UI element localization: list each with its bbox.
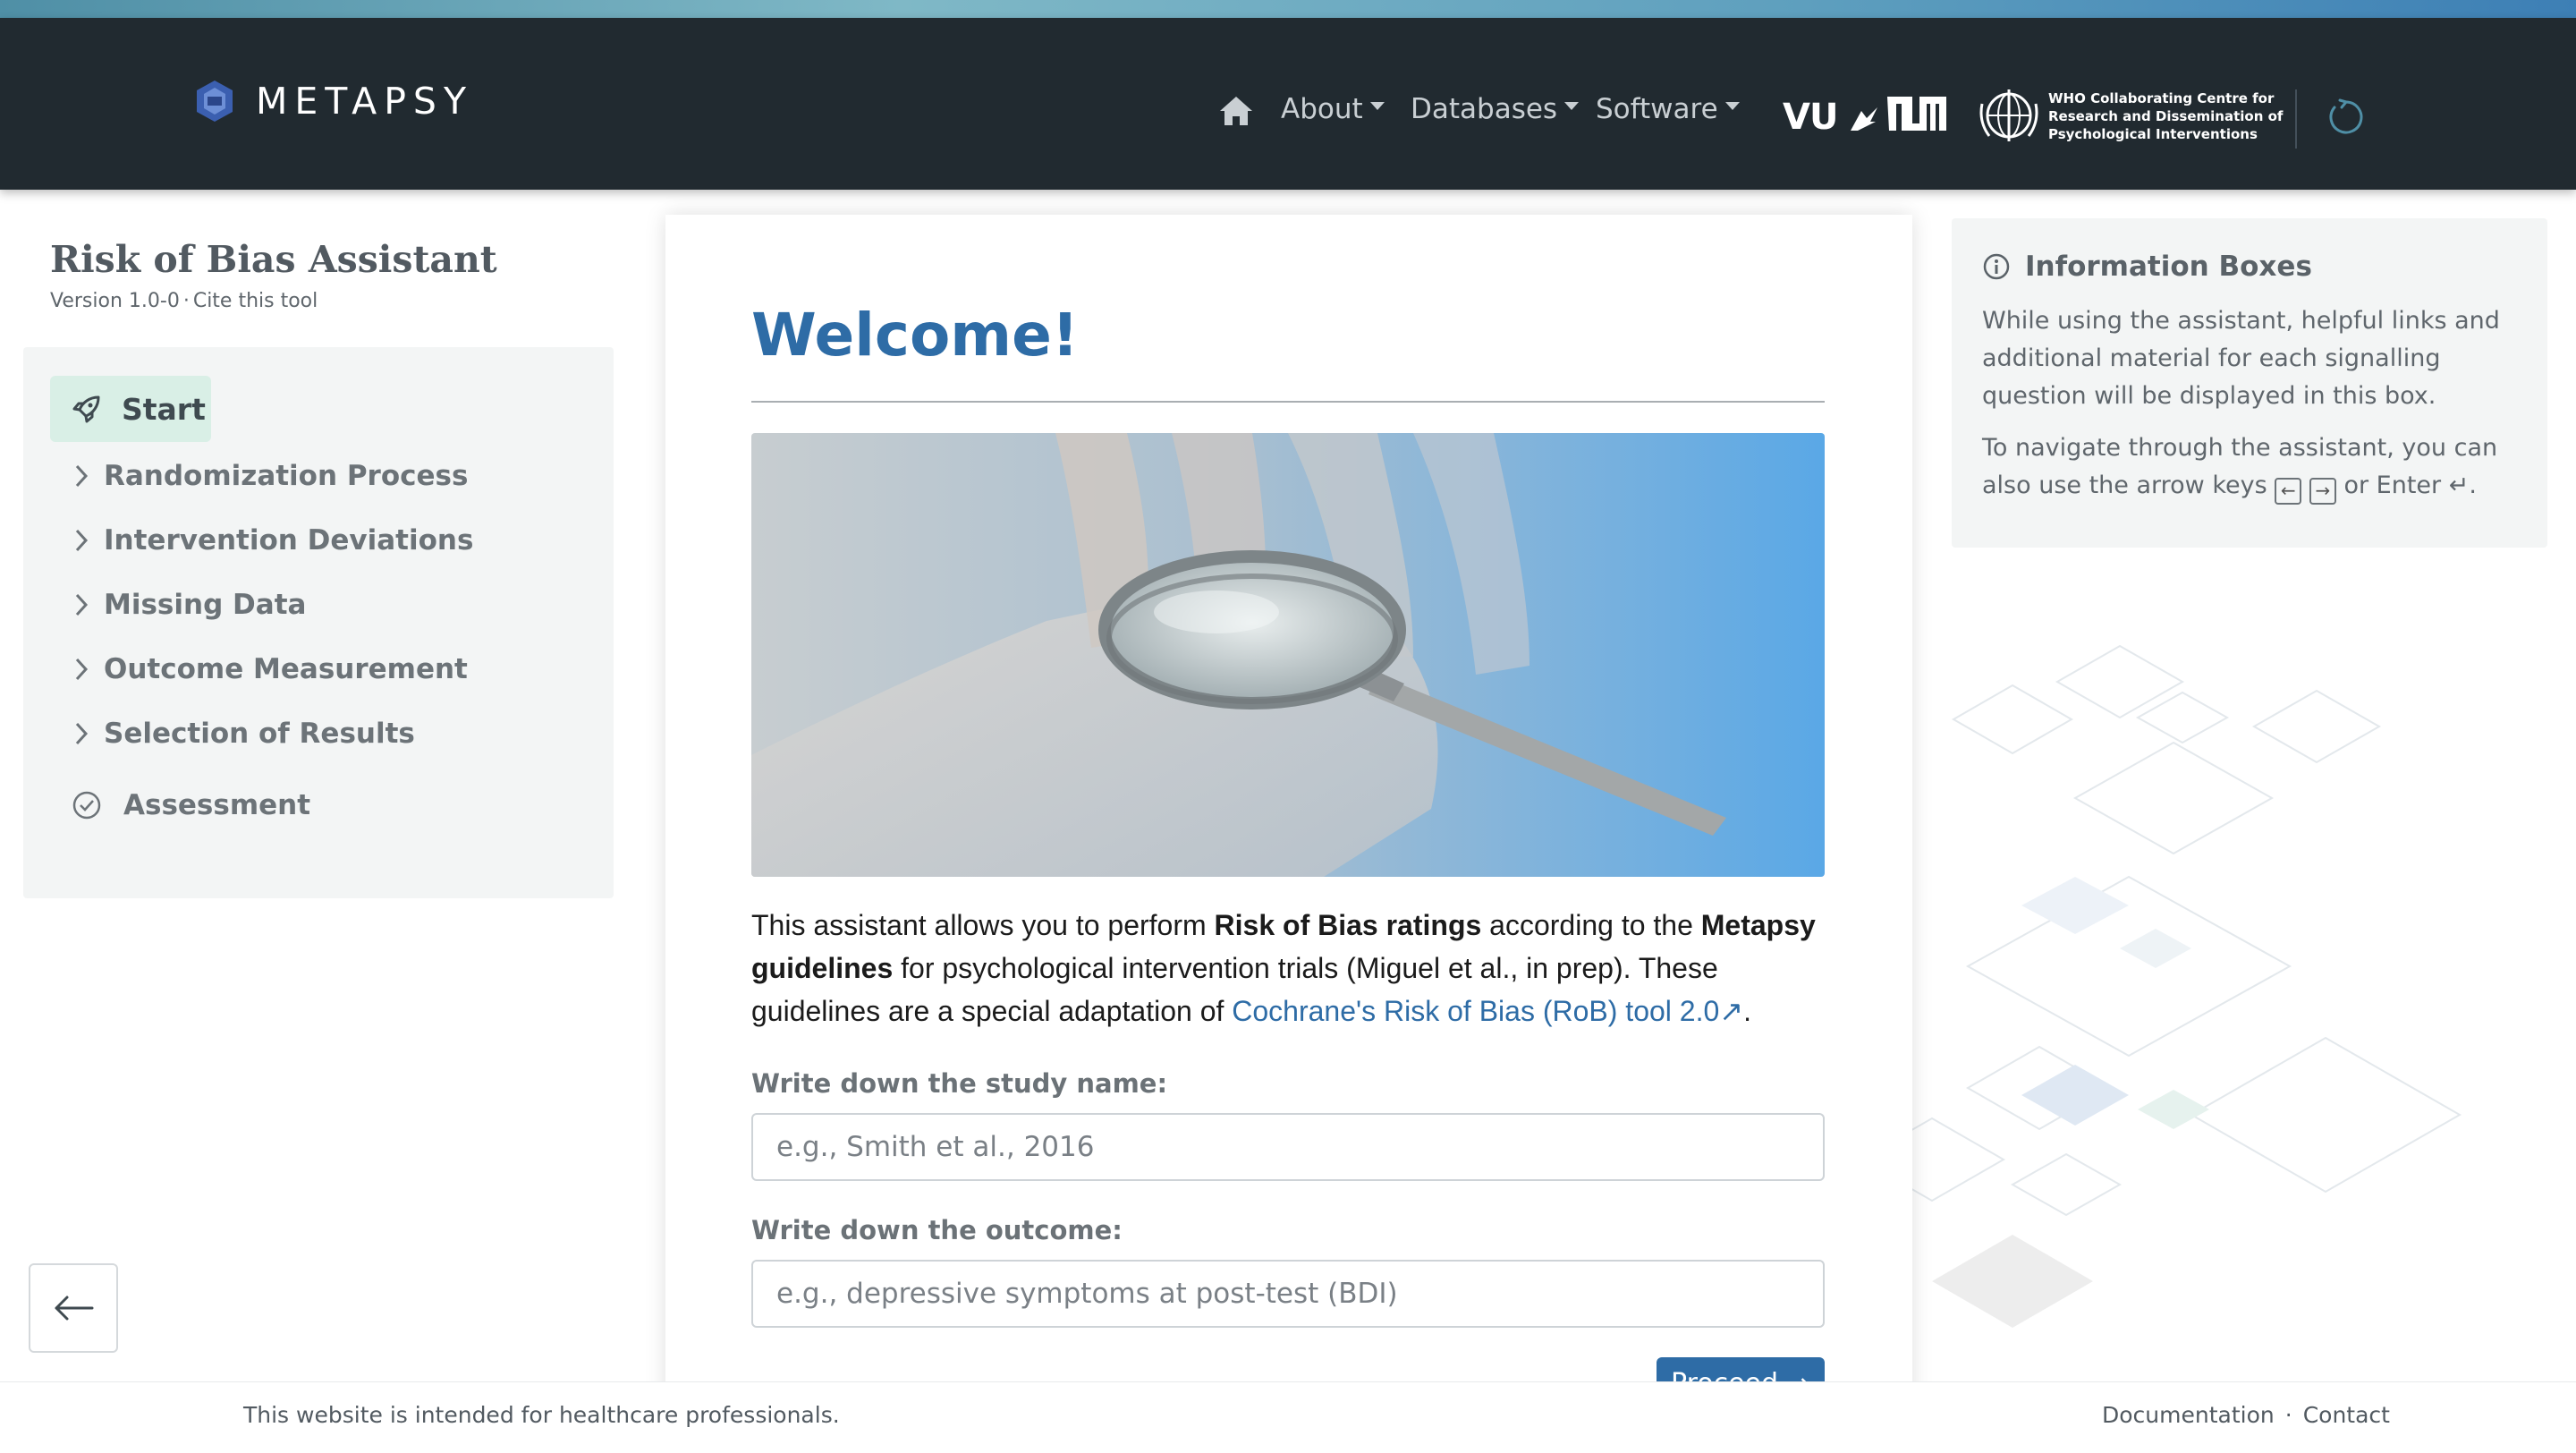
check-circle-icon	[72, 791, 101, 820]
who-centre-text: WHO Collaborating Centre for Research an…	[2048, 90, 2284, 142]
sidebar-item-label: Outcome Measurement	[104, 653, 468, 685]
footer-link-contact[interactable]: Contact	[2303, 1402, 2390, 1428]
sidebar-item-label: Missing Data	[104, 589, 307, 621]
back-button[interactable]	[29, 1263, 118, 1353]
tool-title: Risk of Bias Assistant	[50, 238, 497, 281]
arrow-left-key-icon: ←	[2275, 478, 2302, 505]
caret-down-icon	[1564, 101, 1580, 110]
sidebar-item-randomization[interactable]: Randomization Process	[72, 460, 468, 492]
info-box-header: Information Boxes	[1982, 251, 2312, 283]
info-box-text-2: To navigate through the assistant, you c…	[1982, 429, 2537, 505]
chevron-right-icon	[75, 658, 89, 681]
start-button[interactable]: Start	[50, 376, 211, 442]
rocket-icon	[72, 395, 100, 423]
sidebar-item-selection-of-results[interactable]: Selection of Results	[72, 718, 415, 750]
intro-text: .	[1743, 995, 1751, 1027]
magnifier-illustration	[751, 433, 1825, 877]
tum-logo[interactable]	[1885, 93, 1948, 134]
footer-links: Documentation · Contact	[2102, 1402, 2390, 1428]
metapsy-logo-icon	[197, 81, 233, 122]
nav-databases[interactable]: Databases	[1411, 93, 1580, 125]
sidebar-item-missing-data[interactable]: Missing Data	[72, 589, 306, 621]
nav-about-label: About	[1281, 93, 1363, 125]
arrow-right-key-icon: →	[2309, 478, 2336, 505]
cite-link[interactable]: Cite this tool	[193, 290, 318, 312]
nav-software[interactable]: Software	[1596, 93, 1740, 125]
footer-link-documentation[interactable]: Documentation	[2102, 1402, 2275, 1428]
arrow-left-icon	[55, 1296, 94, 1321]
chevron-right-icon	[75, 593, 89, 616]
home-icon[interactable]	[1218, 95, 1254, 127]
sidebar-item-intervention-deviations[interactable]: Intervention Deviations	[72, 524, 473, 557]
outcome-input[interactable]	[751, 1260, 1825, 1328]
sidebar-item-assessment[interactable]: Assessment	[72, 789, 310, 821]
assessment-label: Assessment	[123, 789, 311, 821]
study-name-input[interactable]	[751, 1113, 1825, 1181]
brand-name: METAPSY	[256, 80, 473, 123]
info-circle-icon	[1983, 253, 2010, 280]
intro-text: according to the	[1481, 909, 1701, 941]
refresh-icon[interactable]	[2327, 98, 2365, 136]
chevron-right-icon	[75, 464, 89, 488]
nav-databases-label: Databases	[1411, 93, 1558, 125]
vu-logo-text: VU	[1783, 97, 1838, 138]
info-text-part: or Enter	[2335, 472, 2449, 499]
footer: This website is intended for healthcare …	[0, 1381, 2576, 1453]
sidebar-item-label: Randomization Process	[104, 460, 469, 492]
vu-griffin-icon	[1851, 107, 1878, 131]
sidebar-item-outcome-measurement[interactable]: Outcome Measurement	[72, 653, 468, 685]
tool-version: Version 1.0-0 · Cite this tool	[50, 290, 318, 312]
intro-bold-rob: Risk of Bias ratings	[1214, 909, 1482, 941]
welcome-heading: Welcome!	[751, 301, 1079, 370]
info-box-text-1: While using the assistant, helpful links…	[1982, 307, 2500, 410]
top-accent-strip	[0, 0, 2576, 18]
separator-dot: ·	[182, 290, 190, 312]
brand[interactable]: METAPSY	[195, 79, 473, 123]
navbar: METAPSY About Databases Software VU WHO …	[0, 18, 2576, 190]
sidebar-item-label: Selection of Results	[104, 718, 415, 750]
study-name-label: Write down the study name:	[751, 1068, 1168, 1099]
nav-about[interactable]: About	[1281, 93, 1385, 125]
cochrane-rob-link[interactable]: Cochrane's Risk of Bias (RoB) tool 2.0↗	[1232, 995, 1743, 1027]
outcome-label: Write down the outcome:	[751, 1215, 1123, 1245]
heading-divider	[751, 401, 1825, 403]
chevron-right-icon	[75, 529, 89, 552]
version-text: Version 1.0-0	[50, 290, 180, 312]
footer-separator: ·	[2284, 1402, 2292, 1428]
caret-down-icon	[1369, 101, 1385, 110]
caret-down-icon	[1724, 101, 1740, 110]
who-emblem-icon[interactable]	[1977, 86, 2041, 145]
footer-note: This website is intended for healthcare …	[243, 1402, 840, 1428]
vu-logo[interactable]: VU	[1783, 97, 1879, 138]
enter-key-icon: ↵	[2448, 472, 2470, 499]
nav-divider	[2295, 89, 2297, 149]
background-diamond-pattern	[1878, 644, 2462, 1328]
hero-image-magnifying-glass	[751, 433, 1825, 877]
nav-software-label: Software	[1596, 93, 1718, 125]
intro-paragraph: This assistant allows you to perform Ris…	[751, 904, 1829, 1032]
sidebar-item-label: Intervention Deviations	[104, 524, 474, 557]
info-text-part: .	[2469, 472, 2477, 499]
info-box-title: Information Boxes	[2025, 251, 2312, 283]
chevron-right-icon	[75, 722, 89, 745]
start-label: Start	[122, 391, 206, 427]
intro-text: This assistant allows you to perform	[751, 909, 1215, 941]
